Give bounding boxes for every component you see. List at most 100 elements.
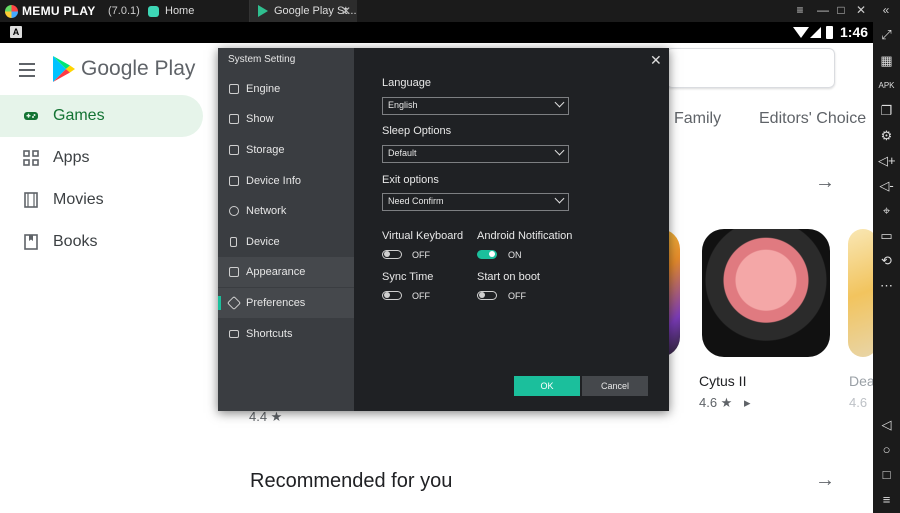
apk-install-icon[interactable]: APK (878, 77, 895, 94)
multi-instance-icon[interactable]: ❐ (878, 102, 895, 119)
nav-item-network[interactable]: Network (218, 196, 354, 226)
nav-item-device-info[interactable]: Device Info (218, 166, 354, 196)
nav-item-label: Shortcuts (246, 328, 293, 340)
arrow-right-icon[interactable]: → (815, 171, 835, 194)
chevron-down-icon (554, 145, 565, 156)
battery-icon (826, 26, 833, 39)
nav-item-device[interactable]: Device (218, 227, 354, 257)
sidebar-item-label: Apps (53, 149, 90, 166)
signal-icon (810, 27, 821, 38)
game-rating-left: 4.4 ★ (249, 409, 283, 424)
android-notification-toggle[interactable] (477, 250, 497, 259)
tab-home[interactable]: Home (140, 0, 248, 22)
nav-item-label: Device Info (246, 175, 302, 187)
globe-icon (229, 206, 239, 216)
android-back-icon[interactable]: ◁ (878, 416, 895, 433)
storage-icon (229, 145, 239, 155)
recommended-arrow-icon[interactable]: → (815, 469, 835, 492)
game-title-cytus-ii: Cytus II (699, 373, 747, 389)
emulator-toolbar: ⤢ ▦ APK ❐ ⚙ ◁+ ◁- ⌖ ▭ ⟲ ⋯ ◁ ○ □ ≡ (873, 22, 900, 513)
sync-time-toggle[interactable] (382, 291, 402, 300)
emulator-title-bar: MEMU PLAY (7.0.1) Home Google Play St...… (0, 0, 900, 22)
sidebar-item-label: Books (53, 233, 98, 250)
nav-item-label: Network (246, 205, 287, 217)
nav-item-shortcuts[interactable]: Shortcuts (218, 319, 354, 349)
virtual-keyboard-toggle[interactable] (382, 250, 402, 259)
ok-button[interactable]: OK (514, 376, 580, 396)
volume-down-icon[interactable]: ◁- (878, 177, 895, 194)
cpu-icon (229, 84, 239, 94)
game-title-partial: Dea (849, 373, 873, 389)
version-label: (7.0.1) (108, 5, 140, 17)
virtual-keyboard-state: OFF (412, 250, 430, 260)
dead-game-partial-icon[interactable] (848, 229, 873, 357)
collapse-sidebar-icon[interactable]: « (878, 3, 894, 17)
more-icon[interactable]: ⋯ (878, 277, 895, 294)
wrench-icon (226, 295, 242, 311)
maximize-icon[interactable]: □ (833, 3, 849, 17)
volume-up-icon[interactable]: ◁+ (878, 152, 896, 169)
location-icon[interactable]: ⌖ (878, 202, 895, 219)
chevron-down-icon (554, 193, 565, 204)
device-info-icon (229, 176, 239, 186)
hamburger-menu-icon[interactable] (19, 63, 35, 81)
brand-name: MEMU PLAY (22, 4, 96, 18)
close-dialog-icon[interactable]: ✕ (650, 52, 662, 69)
tab-google-play[interactable]: Google Play St... ✕ (249, 0, 357, 22)
nav-item-storage[interactable]: Storage (218, 135, 354, 165)
sleep-options-select[interactable]: Default (382, 145, 569, 163)
sidebar-item-apps[interactable]: Apps (0, 137, 203, 179)
start-on-boot-state: OFF (508, 291, 526, 301)
sleep-options-value: Default (388, 148, 417, 158)
minimize-icon[interactable]: — (815, 3, 831, 17)
nav-item-engine[interactable]: Engine (218, 74, 354, 104)
menu-icon[interactable]: ≡ (792, 3, 808, 17)
nav-item-label: Storage (246, 144, 285, 156)
rotate-icon[interactable]: ⟲ (878, 252, 895, 269)
search-box[interactable] (666, 48, 835, 88)
folder-icon[interactable]: ▭ (878, 227, 895, 244)
android-recents-icon[interactable]: □ (878, 466, 895, 483)
fullscreen-icon[interactable]: ⤢ (878, 26, 895, 43)
settings-gear-icon[interactable]: ⚙ (878, 127, 895, 144)
sidebar-item-books[interactable]: Books (0, 221, 203, 263)
gamepad-icon (24, 112, 38, 120)
nav-item-show[interactable]: Show (218, 104, 354, 134)
keyboard-icon (229, 330, 239, 338)
sync-time-state: OFF (412, 291, 430, 301)
close-tab-icon[interactable]: ✕ (341, 4, 351, 18)
nav-item-preferences[interactable]: Preferences (218, 288, 354, 318)
sidebar-item-movies[interactable]: Movies (0, 179, 203, 221)
android-notification-label: Android Notification (477, 230, 573, 242)
exit-options-select[interactable]: Need Confirm (382, 193, 569, 211)
monitor-icon (229, 114, 239, 124)
google-play-title: Google Play (81, 57, 196, 80)
close-window-icon[interactable]: ✕ (853, 3, 869, 17)
virtual-keyboard-label: Virtual Keyboard (382, 230, 464, 242)
android-menu-icon[interactable]: ≡ (878, 491, 895, 508)
system-setting-dialog: System Setting Engine Show Storage Devic… (218, 48, 669, 411)
appearance-icon (229, 267, 239, 277)
keyboard-mapping-icon[interactable]: ▦ (878, 52, 895, 69)
cancel-button[interactable]: Cancel (582, 376, 648, 396)
memu-logo: MEMU PLAY (5, 4, 96, 18)
category-tab-family[interactable]: Family (674, 110, 721, 128)
nav-item-appearance[interactable]: Appearance (218, 257, 354, 287)
memu-logo-icon (5, 4, 18, 18)
android-home-icon[interactable]: ○ (878, 441, 895, 458)
sidebar-item-games[interactable]: Games (0, 95, 203, 137)
editors-choice-badge-icon: ▸ (744, 395, 751, 410)
bookmark-icon (24, 234, 38, 250)
cytus-ii-game-icon[interactable] (702, 229, 830, 357)
game-rating-cytus-ii: 4.6 ★ (699, 395, 733, 410)
nav-item-label: Appearance (246, 266, 306, 278)
recommended-section-title: Recommended for you (250, 470, 453, 492)
nav-item-label: Device (246, 236, 280, 248)
start-on-boot-toggle[interactable] (477, 291, 497, 300)
play-store-tab-icon (258, 5, 268, 17)
sidebar-item-label: Movies (53, 191, 104, 208)
category-tab-editors-choice[interactable]: Editors' Choice (759, 110, 866, 128)
exit-options-value: Need Confirm (388, 196, 444, 206)
exit-options-label: Exit options (382, 174, 439, 186)
language-select[interactable]: English (382, 97, 569, 115)
